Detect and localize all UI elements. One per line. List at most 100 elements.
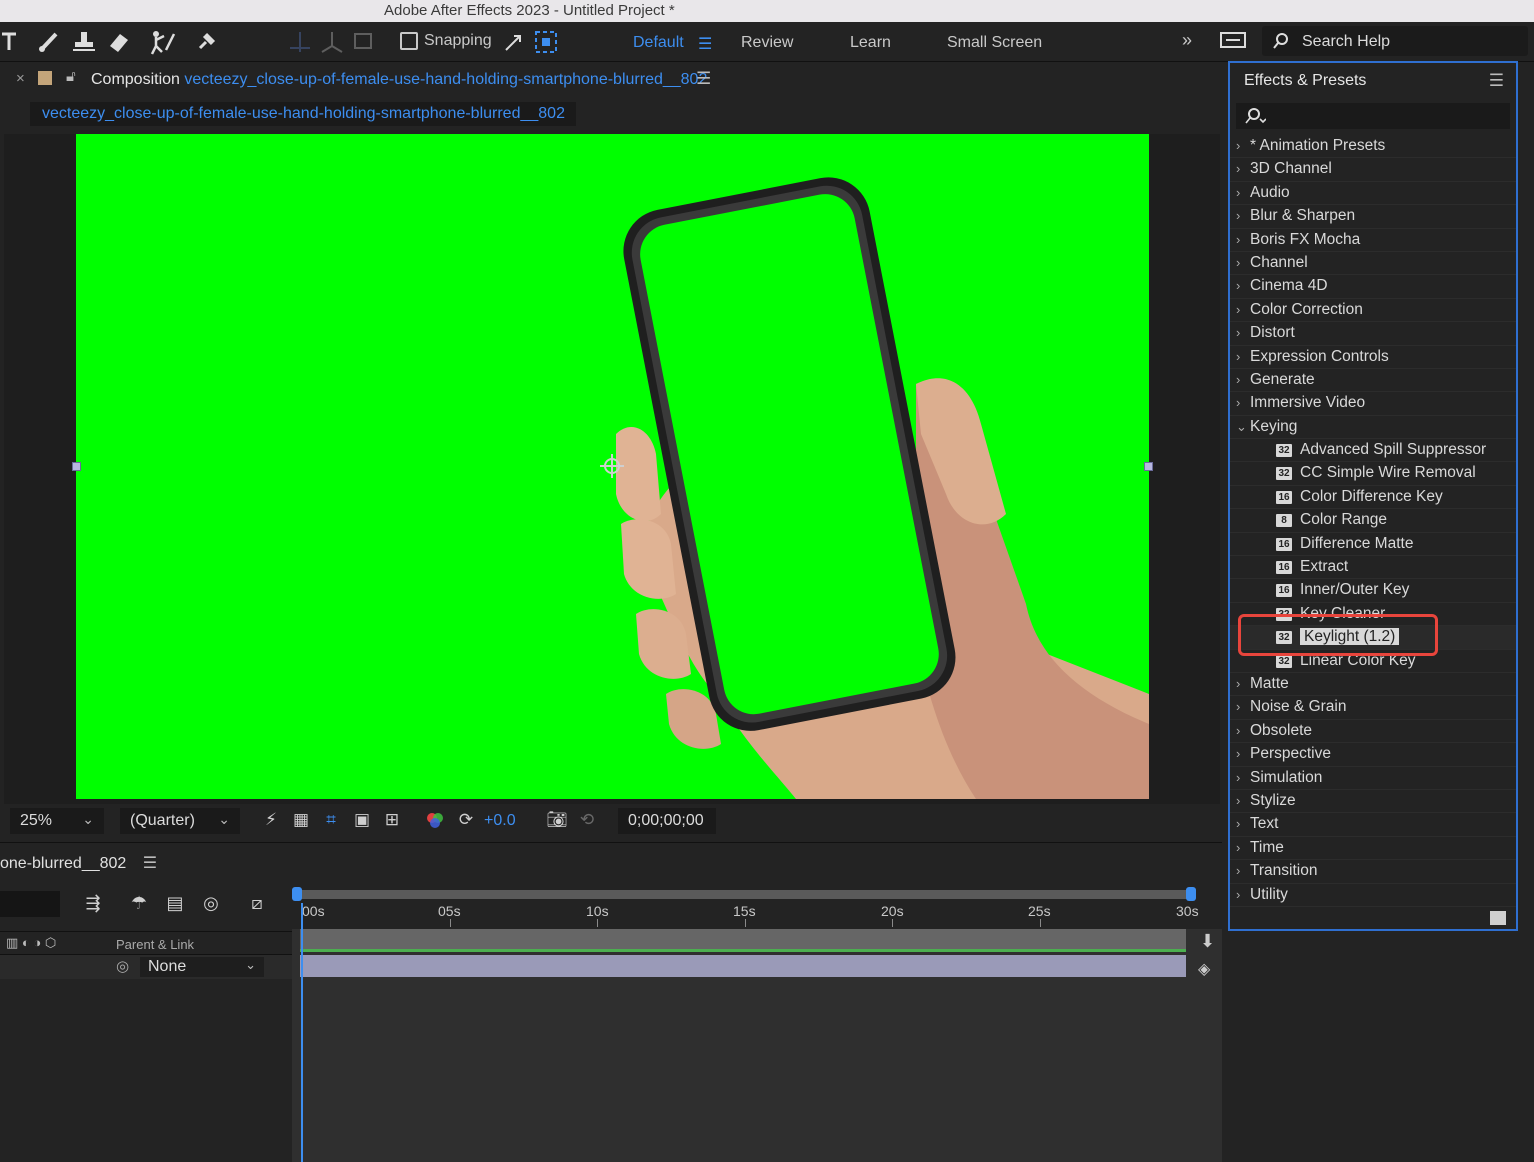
category-animation-presets[interactable]: ›* Animation Presets bbox=[1230, 135, 1516, 158]
workspace-toggle-icon[interactable] bbox=[1220, 31, 1246, 54]
composition-flowchart-icon[interactable]: ⇶ bbox=[80, 893, 106, 919]
category-utility[interactable]: ›Utility bbox=[1230, 884, 1516, 907]
category-generate[interactable]: ›Generate bbox=[1230, 369, 1516, 392]
green-screen-canvas[interactable] bbox=[76, 134, 1149, 799]
playhead[interactable] bbox=[301, 903, 303, 1162]
effect-inner-outer-key[interactable]: 16Inner/Outer Key bbox=[1230, 579, 1516, 602]
effect-color-difference-key[interactable]: 16Color Difference Key bbox=[1230, 486, 1516, 509]
zoom-to-layer-icon[interactable]: ◈ bbox=[1198, 959, 1210, 979]
category-color-correction[interactable]: ›Color Correction bbox=[1230, 299, 1516, 322]
category-text[interactable]: ›Text bbox=[1230, 813, 1516, 836]
category-stylize[interactable]: ›Stylize bbox=[1230, 790, 1516, 813]
category-label: Generate bbox=[1250, 371, 1315, 388]
snapping-toggle[interactable]: Snapping bbox=[400, 32, 492, 50]
category-expression-controls[interactable]: ›Expression Controls bbox=[1230, 346, 1516, 369]
region-of-interest-icon[interactable]: ▣ bbox=[351, 810, 373, 832]
category-channel[interactable]: ›Channel bbox=[1230, 252, 1516, 275]
label-color-swatch[interactable] bbox=[38, 71, 52, 85]
show-snapshot-icon[interactable]: ⟲ bbox=[576, 810, 598, 832]
pin-tool-icon[interactable] bbox=[192, 28, 220, 56]
workspace-review[interactable]: Review bbox=[741, 34, 793, 52]
effect-difference-matte[interactable]: 16Difference Matte bbox=[1230, 533, 1516, 556]
category-3d-channel[interactable]: ›3D Channel bbox=[1230, 158, 1516, 181]
axis-local-icon[interactable] bbox=[286, 28, 314, 56]
channel-rgb-icon[interactable] bbox=[424, 810, 446, 832]
snapshot-camera-icon[interactable]: 📷︎ bbox=[546, 810, 568, 832]
type-tool-icon[interactable] bbox=[0, 28, 28, 56]
shy-layers-icon[interactable]: ☂︎ bbox=[126, 893, 152, 919]
new-preset-icon[interactable] bbox=[1490, 911, 1506, 925]
lock-icon[interactable]: 🔓︎ bbox=[66, 68, 76, 85]
reset-exposure-icon[interactable]: ⟳ bbox=[455, 810, 477, 832]
composition-breadcrumb[interactable]: vecteezy_close-up-of-female-use-hand-hol… bbox=[30, 102, 576, 126]
category-perspective[interactable]: ›Perspective bbox=[1230, 743, 1516, 766]
category-simulation[interactable]: ›Simulation bbox=[1230, 767, 1516, 790]
resolution-value: (Quarter) bbox=[130, 812, 195, 829]
mask-visibility-icon[interactable]: ⌗ bbox=[320, 810, 342, 832]
time-ruler[interactable]: 00s 05s 10s 15s 20s 25s 30s bbox=[292, 883, 1222, 929]
composition-viewer[interactable] bbox=[4, 134, 1220, 806]
grid-guides-icon[interactable]: ⊞ bbox=[381, 810, 403, 832]
composition-tab[interactable]: × 🔓︎ Composition vecteezy_close-up-of-fe… bbox=[0, 62, 1222, 98]
clone-stamp-tool-icon[interactable] bbox=[70, 28, 98, 56]
work-area-start-handle[interactable] bbox=[292, 887, 302, 901]
axis-view-icon[interactable] bbox=[350, 28, 378, 56]
category-matte[interactable]: ›Matte bbox=[1230, 673, 1516, 696]
workspace-small-screen[interactable]: Small Screen bbox=[947, 34, 1042, 52]
exposure-value[interactable]: +0.0 bbox=[484, 812, 516, 830]
workspace-learn[interactable]: Learn bbox=[850, 34, 891, 52]
eraser-tool-icon[interactable] bbox=[104, 28, 132, 56]
more-workspaces-icon[interactable]: » bbox=[1182, 30, 1192, 51]
snap-grid-icon[interactable] bbox=[532, 28, 560, 56]
layer-handle-right[interactable] bbox=[1144, 462, 1153, 471]
effect-extract[interactable]: 16Extract bbox=[1230, 556, 1516, 579]
layer-row[interactable]: ◎ None ⌄ bbox=[0, 955, 292, 979]
layer-duration-bar[interactable] bbox=[300, 955, 1186, 977]
frame-blending-icon[interactable]: ▤ bbox=[162, 893, 188, 919]
current-time-display[interactable]: 0;00;00;00 bbox=[618, 808, 716, 834]
category-transition[interactable]: ›Transition bbox=[1230, 860, 1516, 883]
resolution-dropdown[interactable]: (Quarter) ⌄ bbox=[120, 808, 240, 834]
category-boris-fx-mocha[interactable]: ›Boris FX Mocha bbox=[1230, 229, 1516, 252]
comment-marker-icon[interactable]: ⬇︎ bbox=[1200, 931, 1215, 952]
motion-blur-icon[interactable]: ◎ bbox=[198, 893, 224, 919]
timeline-track-area[interactable]: 00s 05s 10s 15s 20s 25s 30s bbox=[292, 883, 1222, 1162]
layer-switches-icons[interactable]: ▥ ◐ ◑ ⬡ bbox=[6, 935, 56, 951]
effect-color-range[interactable]: 8Color Range bbox=[1230, 509, 1516, 532]
effect-advanced-spill-suppressor[interactable]: 32Advanced Spill Suppressor bbox=[1230, 439, 1516, 462]
category-immersive-video[interactable]: ›Immersive Video bbox=[1230, 392, 1516, 415]
workspace-default[interactable]: Default bbox=[633, 34, 684, 52]
parent-dropdown[interactable]: None ⌄ bbox=[140, 957, 264, 977]
category-audio[interactable]: ›Audio bbox=[1230, 182, 1516, 205]
effects-search-input[interactable] bbox=[1236, 103, 1510, 129]
category-blur-sharpen[interactable]: ›Blur & Sharpen bbox=[1230, 205, 1516, 228]
transparency-grid-icon[interactable]: ▦ bbox=[290, 810, 312, 832]
category-cinema-4d[interactable]: ›Cinema 4D bbox=[1230, 275, 1516, 298]
graph-editor-icon[interactable]: ⧄ bbox=[244, 893, 270, 919]
panel-menu-icon[interactable]: ☰ bbox=[143, 855, 157, 872]
pick-whip-icon[interactable]: ◎ bbox=[116, 957, 129, 975]
workspace-menu-icon[interactable]: ☰ bbox=[698, 34, 712, 54]
work-area-bar[interactable] bbox=[296, 890, 1192, 899]
puppet-tool-icon[interactable] bbox=[148, 28, 176, 56]
snap-options-icon[interactable] bbox=[500, 28, 528, 56]
panel-menu-icon[interactable]: ☰ bbox=[1489, 71, 1504, 91]
category-obsolete[interactable]: ›Obsolete bbox=[1230, 720, 1516, 743]
timeline-tab[interactable]: one-blurred__802 ☰ bbox=[0, 853, 157, 873]
work-area-end-handle[interactable] bbox=[1186, 887, 1196, 901]
layer-handle-left[interactable] bbox=[72, 462, 81, 471]
category-noise-grain[interactable]: ›Noise & Grain bbox=[1230, 696, 1516, 719]
search-help-field[interactable]: Search Help bbox=[1262, 26, 1528, 56]
category-time[interactable]: ›Time bbox=[1230, 837, 1516, 860]
axis-world-icon[interactable] bbox=[318, 28, 346, 56]
fast-previews-icon[interactable]: ⚡︎ bbox=[260, 810, 282, 832]
close-icon[interactable]: × bbox=[16, 70, 25, 87]
snapping-checkbox[interactable] bbox=[400, 32, 418, 50]
timeline-search-input[interactable] bbox=[0, 891, 60, 917]
zoom-dropdown[interactable]: 25% ⌄ bbox=[10, 808, 104, 834]
brush-tool-icon[interactable] bbox=[36, 28, 64, 56]
category-keying[interactable]: ⌄Keying bbox=[1230, 416, 1516, 439]
effect-cc-simple-wire-removal[interactable]: 32CC Simple Wire Removal bbox=[1230, 462, 1516, 485]
panel-menu-icon[interactable]: ☰ bbox=[696, 69, 711, 89]
category-distort[interactable]: ›Distort bbox=[1230, 322, 1516, 345]
